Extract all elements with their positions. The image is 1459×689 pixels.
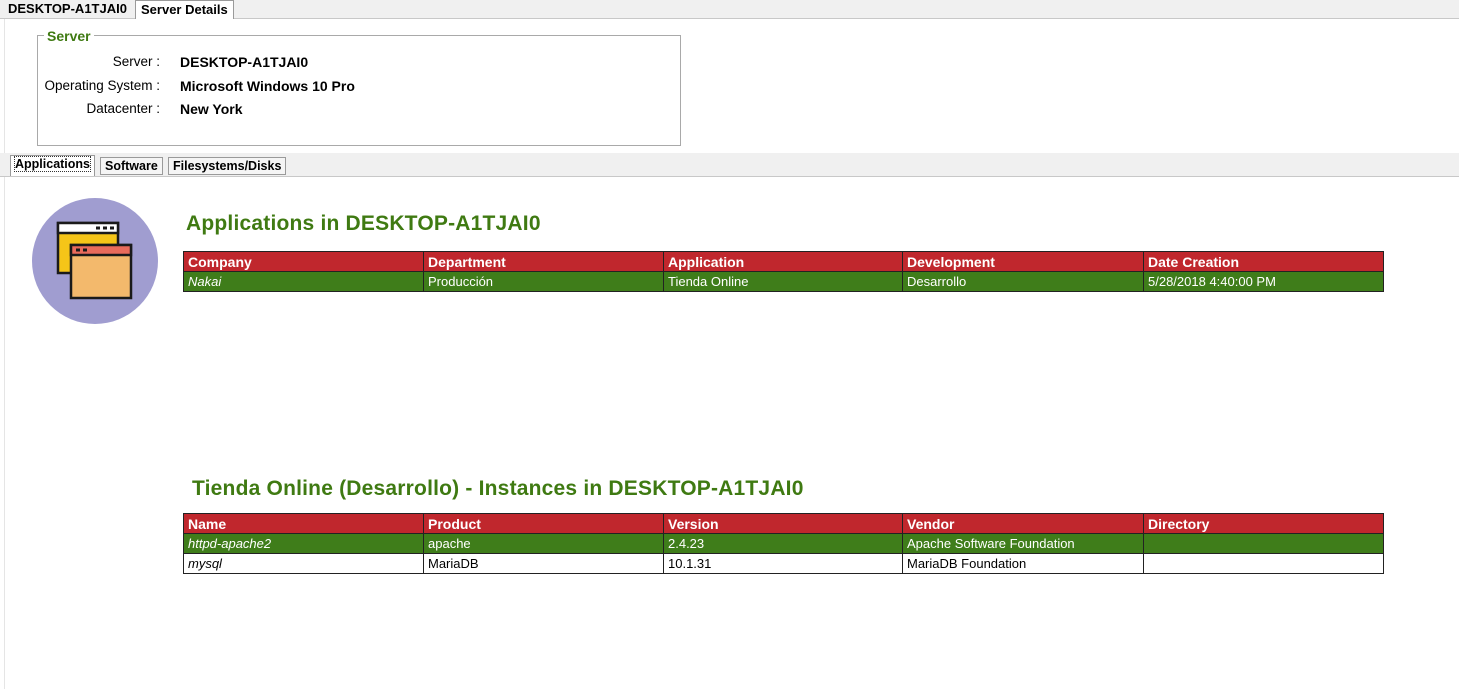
os-label: Operating System : (44, 78, 160, 93)
datacenter-label: Datacenter : (86, 101, 160, 116)
tab-applications-label: Applications (13, 156, 92, 172)
tab-server-details[interactable]: Server Details (135, 0, 234, 19)
col-product[interactable]: Product (423, 513, 664, 534)
cell-version[interactable]: 2.4.23 (663, 533, 903, 554)
applications-title: Applications in DESKTOP-A1TJAI0 (186, 212, 541, 235)
col-development[interactable]: Development (902, 251, 1144, 272)
cell-vendor[interactable]: MariaDB Foundation (902, 553, 1144, 574)
cell-directory[interactable] (1143, 553, 1384, 574)
cell-directory[interactable] (1143, 533, 1384, 554)
instances-header-row: Name Product Version Vendor Directory (183, 513, 1384, 534)
datacenter-value: New York (180, 101, 243, 117)
col-department[interactable]: Department (423, 251, 664, 272)
applications-header-row: Company Department Application Developme… (183, 251, 1384, 272)
table-row[interactable]: mysql MariaDB 10.1.31 MariaDB Foundation (183, 553, 1384, 574)
col-name[interactable]: Name (183, 513, 424, 534)
cell-name[interactable]: mysql (183, 553, 424, 574)
cell-company[interactable]: Nakai (183, 271, 424, 292)
col-date-creation[interactable]: Date Creation (1143, 251, 1384, 272)
cell-development[interactable]: Desarrollo (902, 271, 1144, 292)
cell-product[interactable]: apache (423, 533, 664, 554)
col-vendor[interactable]: Vendor (902, 513, 1144, 534)
tab-software[interactable]: Software (100, 157, 163, 175)
cell-department[interactable]: Producción (423, 271, 664, 292)
left-divider (4, 19, 5, 689)
table-row[interactable]: Nakai Producción Tienda Online Desarroll… (183, 271, 1384, 292)
cell-name[interactable]: httpd-apache2 (183, 533, 424, 554)
col-company[interactable]: Company (183, 251, 424, 272)
tab-filesystems-disks[interactable]: Filesystems/Disks (168, 157, 287, 175)
table-row[interactable]: httpd-apache2 apache 2.4.23 Apache Softw… (183, 533, 1384, 554)
cell-date-creation[interactable]: 5/28/2018 4:40:00 PM (1143, 271, 1384, 292)
cell-version[interactable]: 10.1.31 (663, 553, 903, 574)
col-version[interactable]: Version (663, 513, 903, 534)
cell-product[interactable]: MariaDB (423, 553, 664, 574)
application-windows-icon (32, 198, 158, 324)
tab-desktop[interactable]: DESKTOP-A1TJAI0 (3, 0, 132, 19)
server-label: Server : (112, 54, 160, 69)
tab-applications[interactable]: Applications (10, 155, 96, 176)
col-directory[interactable]: Directory (1143, 513, 1384, 534)
server-groupbox-legend: Server (44, 28, 94, 45)
instances-table: Name Product Version Vendor Directory ht… (183, 513, 1384, 574)
cell-application[interactable]: Tienda Online (663, 271, 903, 292)
server-value: DESKTOP-A1TJAI0 (180, 54, 309, 70)
cell-vendor[interactable]: Apache Software Foundation (902, 533, 1144, 554)
inner-tab-strip-border (0, 176, 1459, 177)
applications-table: Company Department Application Developme… (183, 251, 1384, 292)
col-application[interactable]: Application (663, 251, 903, 272)
instances-title: Tienda Online (Desarrollo) - Instances i… (192, 477, 804, 500)
os-value: Microsoft Windows 10 Pro (180, 78, 355, 94)
